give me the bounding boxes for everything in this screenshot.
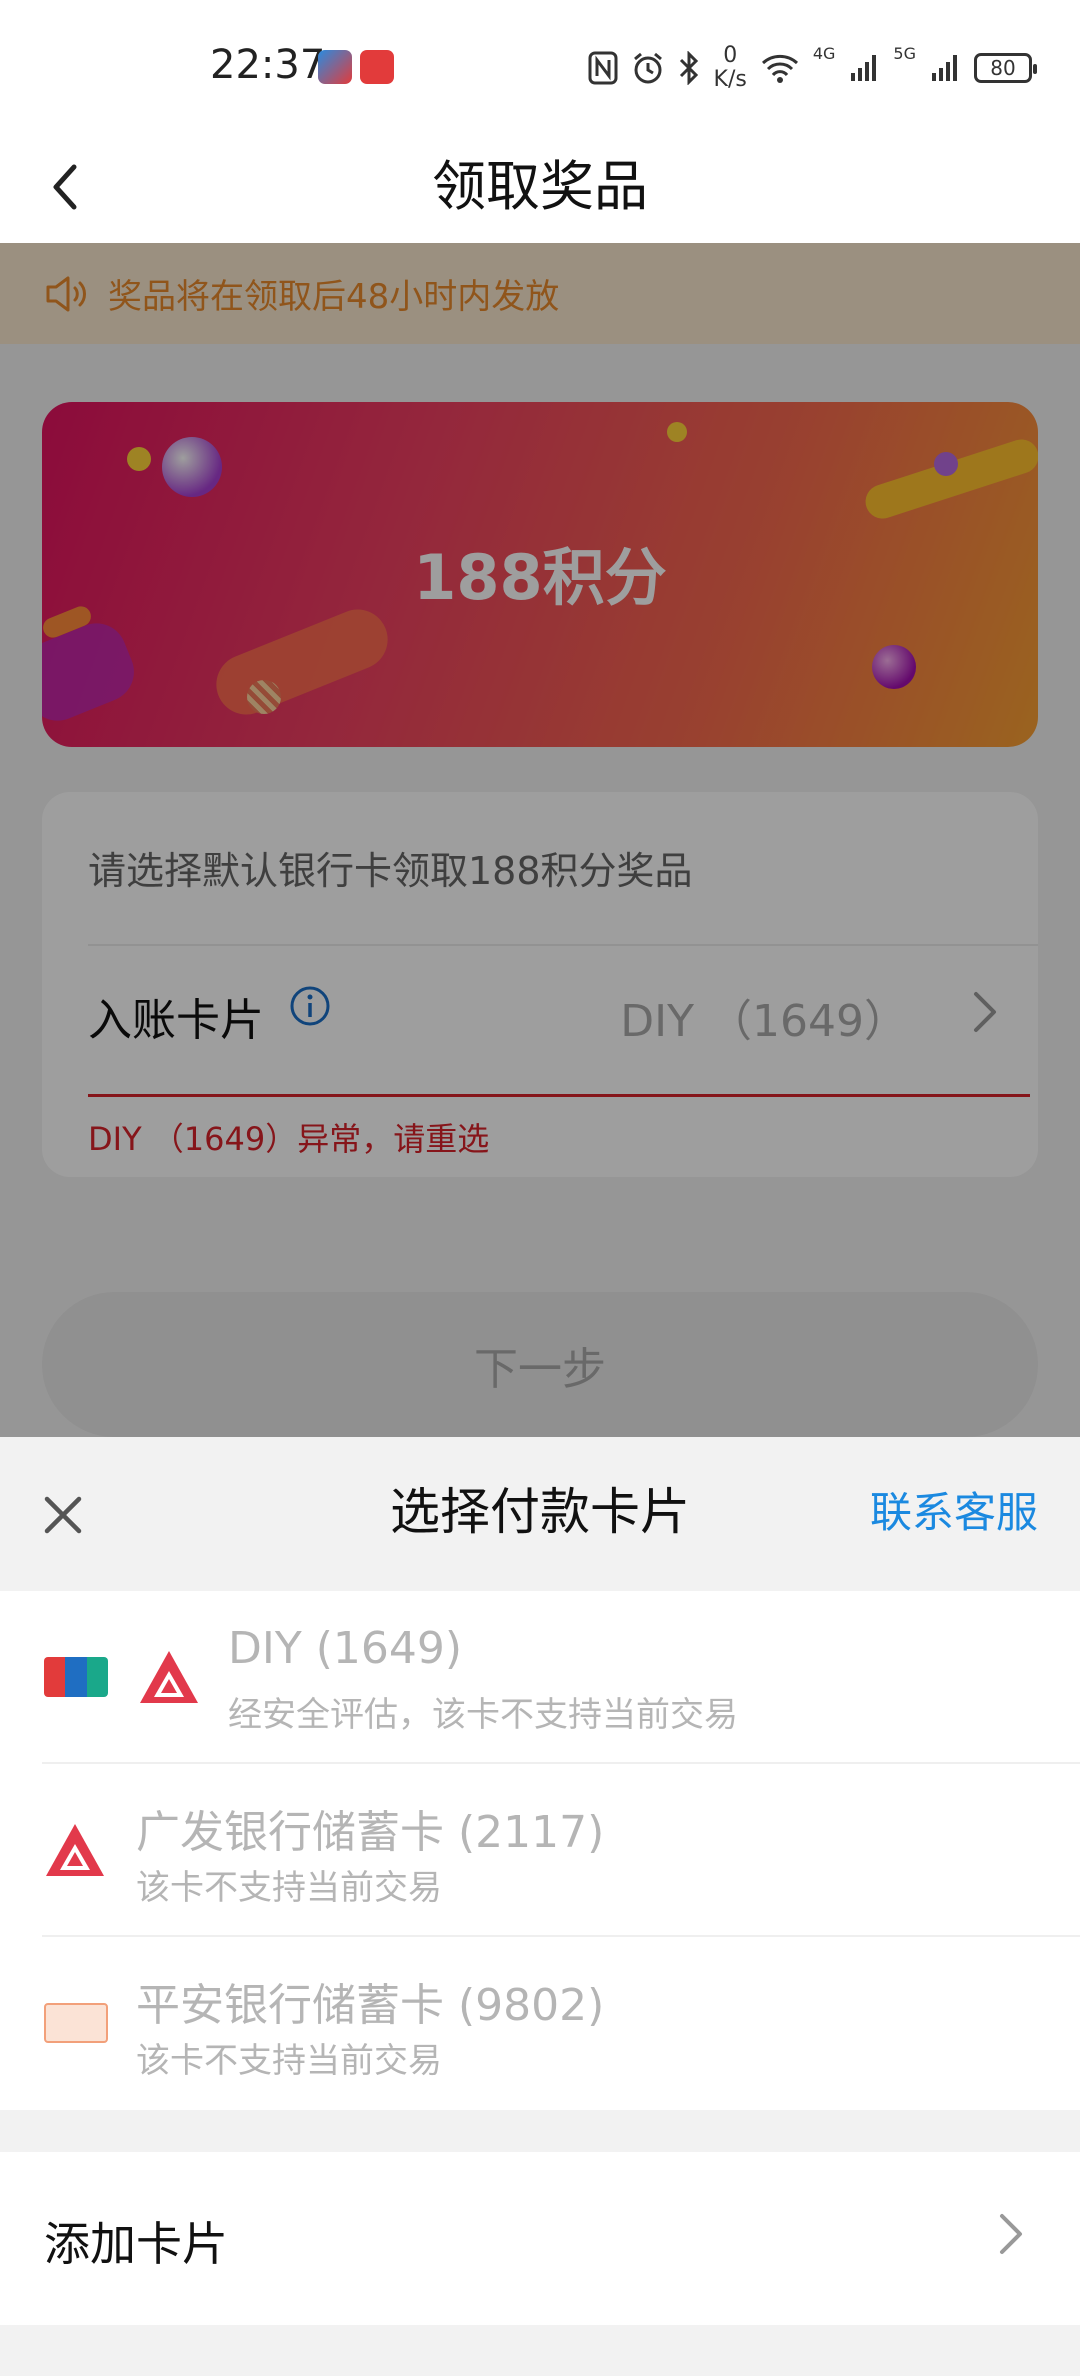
signal-2-label: 5G bbox=[893, 44, 916, 63]
card-list: DIY (1649) 经安全评估，该卡不支持当前交易 广发银行储蓄卡 (2117… bbox=[0, 1591, 1080, 2110]
banner-decoration bbox=[667, 422, 687, 442]
signal-icon bbox=[932, 55, 957, 81]
card-title: DIY (1649) bbox=[228, 1623, 463, 1674]
card-select-form: 请选择默认银行卡领取188积分奖品 入账卡片 DIY （1649） DIY （1… bbox=[42, 792, 1038, 1177]
page-title: 领取奖品 bbox=[432, 155, 648, 218]
status-icons: 0 K/s 4G 5G 80 bbox=[588, 44, 1037, 92]
banner-decoration bbox=[127, 447, 151, 471]
card-label: 入账卡片 bbox=[88, 995, 264, 1046]
cgb-bank-icon bbox=[140, 1651, 198, 1703]
nfc-icon bbox=[588, 51, 618, 85]
card-title: 平安银行储蓄卡 (9802) bbox=[136, 1980, 605, 2031]
banner-decoration bbox=[207, 600, 397, 724]
page-header: 领取奖品 bbox=[0, 130, 1080, 243]
battery-level: 80 bbox=[990, 56, 1016, 80]
banner-decoration bbox=[162, 437, 222, 497]
card-option-cgb[interactable]: 广发银行储蓄卡 (2117) 该卡不支持当前交易 bbox=[0, 1764, 1080, 1937]
add-card-row[interactable]: 添加卡片 bbox=[0, 2152, 1080, 2325]
status-time: 22:37 bbox=[210, 42, 326, 88]
app-notification-icon bbox=[360, 50, 394, 84]
app-notification-icon bbox=[318, 50, 352, 84]
chevron-right-icon bbox=[1000, 2214, 1022, 2254]
notification-icons bbox=[318, 50, 394, 84]
error-message: DIY （1649）异常，请重选 bbox=[88, 1120, 490, 1158]
add-card-label: 添加卡片 bbox=[44, 2217, 228, 2271]
wifi-icon bbox=[761, 54, 798, 83]
chevron-right-icon[interactable] bbox=[972, 990, 998, 1034]
notice-text: 奖品将在领取后48小时内发放 bbox=[108, 277, 560, 317]
bluetooth-icon bbox=[679, 51, 698, 85]
sheet-header: 选择付款卡片 联系客服 bbox=[0, 1437, 1080, 1591]
speaker-icon bbox=[46, 276, 86, 311]
banner-decoration bbox=[247, 680, 281, 714]
card-subtitle: 该卡不支持当前交易 bbox=[136, 2041, 442, 2081]
net-speed: 0 K/s bbox=[714, 44, 747, 92]
banner-decoration bbox=[861, 435, 1038, 523]
net-speed-unit: K/s bbox=[713, 67, 747, 92]
next-button[interactable]: 下一步 bbox=[42, 1292, 1038, 1437]
info-icon[interactable] bbox=[289, 985, 331, 1027]
form-hint: 请选择默认银行卡领取188积分奖品 bbox=[88, 849, 693, 893]
prize-banner: 188积分 bbox=[42, 402, 1038, 747]
error-underline bbox=[88, 1094, 1030, 1097]
battery-icon: 80 bbox=[974, 53, 1037, 83]
net-speed-value: 0 bbox=[723, 43, 738, 68]
divider bbox=[88, 944, 1038, 946]
card-title: 广发银行储蓄卡 (2117) bbox=[136, 1807, 605, 1858]
signal-1-label: 4G bbox=[812, 44, 836, 63]
alarm-icon bbox=[633, 52, 662, 84]
signal-icon bbox=[851, 55, 877, 81]
card-option-diy[interactable]: DIY (1649) 经安全评估，该卡不支持当前交易 bbox=[0, 1591, 1080, 1764]
banner-points: 188积分 bbox=[413, 541, 667, 614]
pingan-bank-icon bbox=[44, 2003, 108, 2043]
unionpay-icon bbox=[44, 1657, 108, 1697]
status-bar: 22:37 0 K/s 4G 5G 80 bbox=[0, 0, 1080, 130]
banner-decoration bbox=[872, 645, 916, 689]
banner-decoration bbox=[934, 452, 958, 476]
contact-service-link[interactable]: 联系客服 bbox=[870, 1481, 1038, 1545]
card-subtitle: 经安全评估，该卡不支持当前交易 bbox=[228, 1695, 738, 1735]
payment-card-sheet: 选择付款卡片 联系客服 DIY (1649) 经安全评估，该卡不支持当前交易 广… bbox=[0, 1437, 1080, 2376]
notice-bar: 奖品将在领取后48小时内发放 bbox=[0, 243, 1080, 344]
cgb-bank-icon bbox=[46, 1824, 104, 1876]
card-option-pingan[interactable]: 平安银行储蓄卡 (9802) 该卡不支持当前交易 bbox=[0, 1937, 1080, 2110]
card-select-value[interactable]: DIY （1649） bbox=[620, 985, 908, 1049]
card-subtitle: 该卡不支持当前交易 bbox=[136, 1868, 442, 1908]
